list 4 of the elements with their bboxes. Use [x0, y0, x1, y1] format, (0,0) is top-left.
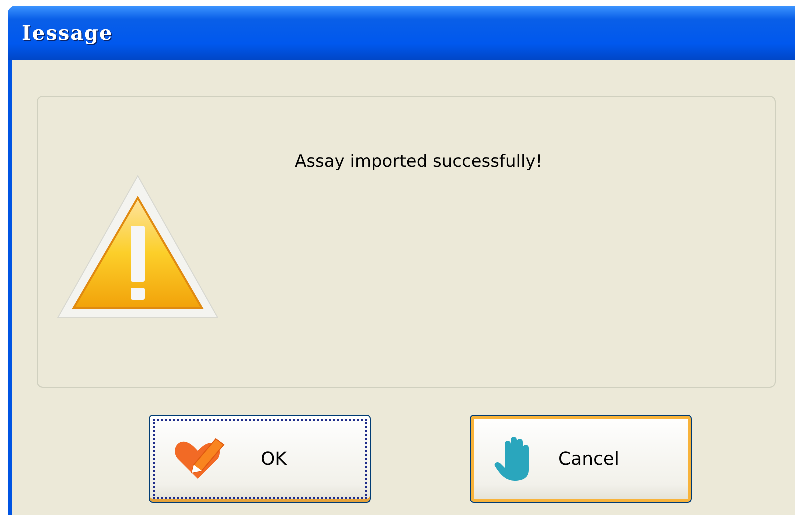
- message-text: Assay imported successfully!: [295, 152, 543, 172]
- cancel-button[interactable]: Cancel: [470, 415, 692, 503]
- window-title: Iessage: [22, 21, 114, 45]
- ok-button[interactable]: OK: [149, 415, 371, 503]
